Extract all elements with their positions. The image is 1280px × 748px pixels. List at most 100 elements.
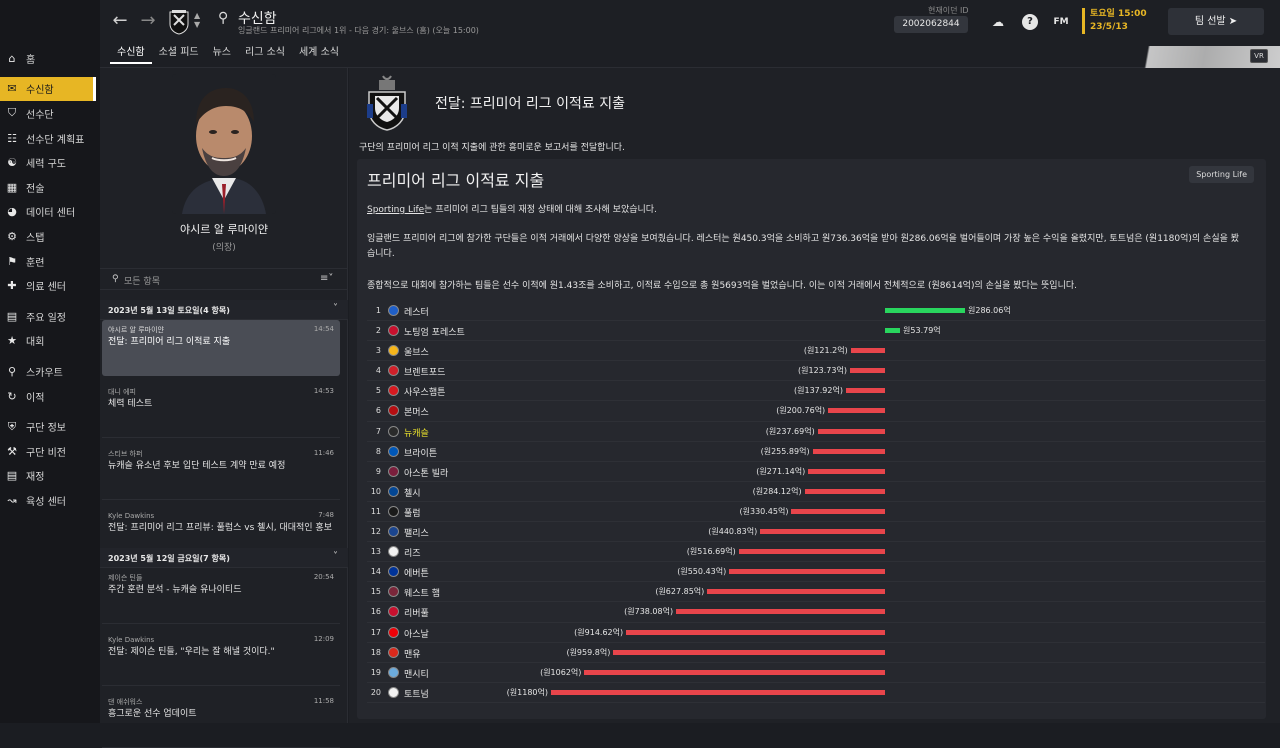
sidebar-item[interactable]: ↝ 육성 센터 — [0, 488, 100, 513]
chart-category-label[interactable]: 레스터 — [404, 305, 429, 318]
chart-category-label[interactable]: 브라이튼 — [404, 446, 437, 459]
sidebar-item[interactable]: ▤ 재정 — [0, 464, 100, 489]
sidebar-item-label: 육성 센터 — [26, 496, 66, 508]
sidebar-item[interactable]: ★ 대회 — [0, 329, 100, 354]
chart-data-label: (원284.12억) — [752, 486, 802, 496]
tab-2[interactable]: 뉴스 — [206, 46, 238, 64]
message-item[interactable]: 야시르 알 루마이얀 14:54 전달: 프리미어 리그 이적료 지출 — [102, 320, 340, 376]
message-group-header[interactable]: 2023년 5월 13일 토요일(4 항목) ˅ — [100, 300, 348, 320]
message-intro: 구단의 프리미어 리그 이적 지출에 관한 흥미로운 보고서를 전달합니다. — [359, 143, 625, 153]
chart-category-label[interactable]: 첼시 — [404, 486, 421, 499]
source-link[interactable]: Sporting Life — [367, 205, 424, 215]
chart-bar — [738, 549, 885, 555]
home-icon: ⌂ — [8, 51, 16, 65]
continue-button[interactable]: 팀 선발 ➤ — [1168, 8, 1264, 35]
chart-category-label[interactable]: 토트넘 — [404, 687, 429, 700]
chart-category-label[interactable]: 아스톤 빌라 — [404, 466, 448, 479]
forward-arrow-icon[interactable]: → — [138, 10, 158, 32]
chart-data-label: (원550.43억) — [677, 567, 727, 577]
person-name[interactable]: 야시르 알 루마이얀 — [100, 221, 348, 237]
sidebar-item[interactable]: ⚙ 스탭 — [0, 224, 100, 249]
tab-4[interactable]: 세계 소식 — [292, 46, 346, 64]
search-icon[interactable]: ⚲ — [218, 10, 228, 26]
sidebar-item[interactable]: ☯ 세력 구도 — [0, 150, 100, 175]
chart-category-label[interactable]: 뉴캐슬 — [404, 426, 429, 439]
source-badge: Sporting Life — [1189, 166, 1254, 183]
sidebar-item[interactable]: ⚒ 구단 비전 — [0, 439, 100, 464]
message-subject: 주간 훈련 분석 - 뉴캐슬 유나이티드 — [108, 585, 242, 595]
message-item[interactable]: 제이슨 틴들 20:54 주간 훈련 분석 - 뉴캐슬 유나이티드 — [102, 568, 340, 624]
chart-category-label[interactable]: 팰리스 — [404, 526, 429, 539]
manager-id-label: 현재이던 ID — [928, 6, 969, 15]
chart-rank-label: 5 — [375, 386, 381, 396]
chart-data-label: (원200.76억) — [776, 406, 826, 416]
message-subject: 전달: 제이슨 틴들, "우리는 잘 해낼 것이다." — [108, 647, 275, 657]
tab-0[interactable]: 수신함 — [110, 46, 152, 64]
help-icon[interactable]: ? — [1022, 14, 1038, 30]
person-portrait — [172, 74, 276, 214]
chart-row: 1 레스터 원286.06억 — [367, 301, 1265, 322]
manager-id[interactable]: 2002062844 — [894, 16, 968, 33]
chart-category-label[interactable]: 울브스 — [404, 345, 429, 358]
team-crest-icon — [388, 526, 399, 538]
fm-menu-icon[interactable]: FM — [1053, 14, 1069, 30]
team-crest-icon — [388, 345, 399, 357]
message-item[interactable]: 댄 애쉬워스 11:58 흥그로운 선수 업데이트 — [102, 692, 340, 748]
message-item[interactable]: Kyle Dawkins 12:09 전달: 제이슨 틴들, "우리는 잘 해낼 것… — [102, 630, 340, 686]
chart-bar — [791, 508, 885, 514]
chart-category-label[interactable]: 브렌트포드 — [404, 365, 445, 378]
message-group-header[interactable]: 2023년 5월 12일 금요일(7 항목) ˅ — [100, 548, 348, 568]
sidebar-item[interactable]: ⌂ 홈 — [0, 46, 100, 71]
data-icon: ◕ — [7, 205, 17, 219]
chart-category-label[interactable]: 아스날 — [404, 627, 429, 640]
chart-row: 9 아스톤 빌라 (원271.14억) — [367, 462, 1265, 482]
chart-data-label: (원255.89억) — [760, 446, 810, 456]
tab-1[interactable]: 소셜 피드 — [152, 46, 206, 64]
chart-category-label[interactable]: 노팅엄 포레스트 — [404, 325, 465, 338]
chart-rank-label: 16 — [370, 607, 381, 617]
cloud-icon[interactable]: ☁ — [990, 14, 1006, 30]
message-time: 11:58 — [313, 697, 334, 705]
vr-icon[interactable]: VR — [1250, 49, 1268, 63]
message-time: 11:46 — [313, 449, 334, 457]
message-search[interactable]: ⚲ 모든 항목 ≡˅ — [100, 268, 348, 290]
chart-category-label[interactable]: 웨스트 햄 — [404, 586, 440, 599]
club-crest-icon[interactable] — [168, 9, 190, 35]
sidebar-item[interactable]: ⚲ 스카우트 — [0, 359, 100, 384]
chart-category-label[interactable]: 사우스햄튼 — [404, 385, 445, 398]
chart-row: 17 아스날 (원914.62억) — [367, 623, 1265, 643]
chart-category-label[interactable]: 리즈 — [404, 546, 421, 559]
message-item[interactable]: 스티브 하퍼 11:46 뉴캐슬 유소년 후보 입단 테스트 계약 만료 예정 — [102, 444, 340, 500]
sidebar-item[interactable]: ▦ 전술 — [0, 175, 100, 200]
tab-3[interactable]: 리그 소식 — [238, 46, 292, 64]
message-sender: 댄 애쉬워스 — [108, 698, 143, 706]
chart-category-label[interactable]: 에버튼 — [404, 566, 429, 579]
filter-menu-icon[interactable]: ≡˅ — [320, 273, 333, 284]
message-subject: 흥그로운 선수 업데이트 — [108, 709, 197, 719]
chart-category-label[interactable]: 풀럼 — [404, 506, 421, 519]
sidebar-item[interactable]: ⛉ 선수단 — [0, 101, 100, 126]
sidebar-item[interactable]: ⚑ 훈련 — [0, 249, 100, 274]
chart-category-label[interactable]: 리버풀 — [404, 606, 429, 619]
back-arrow-icon[interactable]: ← — [110, 10, 130, 32]
finance-icon: ▤ — [6, 469, 18, 483]
chart-rank-label: 20 — [370, 687, 381, 697]
chart-data-label: (원330.45억) — [739, 506, 789, 516]
sidebar-item[interactable]: ☷ 선수단 계획표 — [0, 126, 100, 151]
chart-category-label[interactable]: 본머스 — [404, 405, 429, 418]
sidebar-item[interactable]: ⛨ 구단 정보 — [0, 414, 100, 439]
club-switch-icon[interactable]: ▲ ▼ — [194, 11, 200, 29]
chart-category-label[interactable]: 맨시티 — [404, 667, 429, 680]
chart-rank-label: 9 — [375, 466, 381, 476]
sidebar-item[interactable]: ✚ 의료 센터 — [0, 273, 100, 298]
continue-arrow-icon: ➤ — [1228, 16, 1238, 27]
sidebar-item[interactable]: ✉ 수신함 — [0, 76, 96, 102]
sidebar-item[interactable]: ↻ 이적 — [0, 384, 100, 409]
sidebar-item[interactable]: ◕ 데이터 센터 — [0, 200, 100, 225]
team-crest-icon — [388, 505, 399, 517]
message-title: 전달: 프리미어 리그 이적료 지출 — [435, 96, 625, 112]
sidebar-item[interactable]: ▤ 주요 일정 — [0, 304, 100, 329]
message-item[interactable]: 대니 에피 14:53 체력 테스트 — [102, 382, 340, 438]
chart-category-label[interactable]: 맨유 — [404, 647, 421, 660]
chart-data-label: 원53.79억 — [903, 326, 941, 336]
